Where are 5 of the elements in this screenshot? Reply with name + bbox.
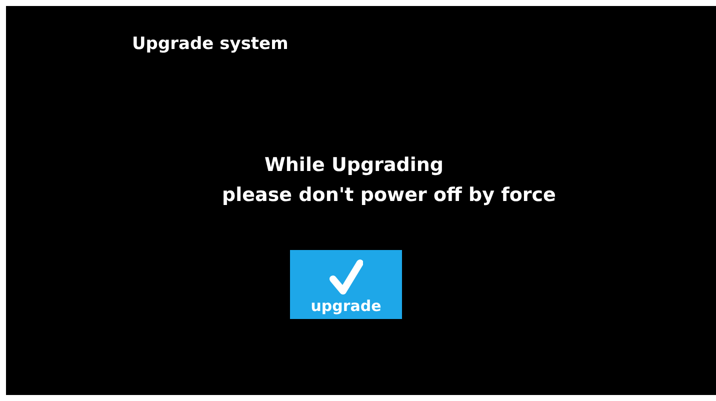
warning-text: While Upgrading — [264, 154, 444, 176]
screen-title: Upgrade system — [132, 34, 288, 54]
checkmark-icon — [329, 259, 363, 295]
upgrade-button[interactable]: upgrade — [290, 250, 402, 319]
warning-text: please don't power off by force — [222, 184, 556, 206]
